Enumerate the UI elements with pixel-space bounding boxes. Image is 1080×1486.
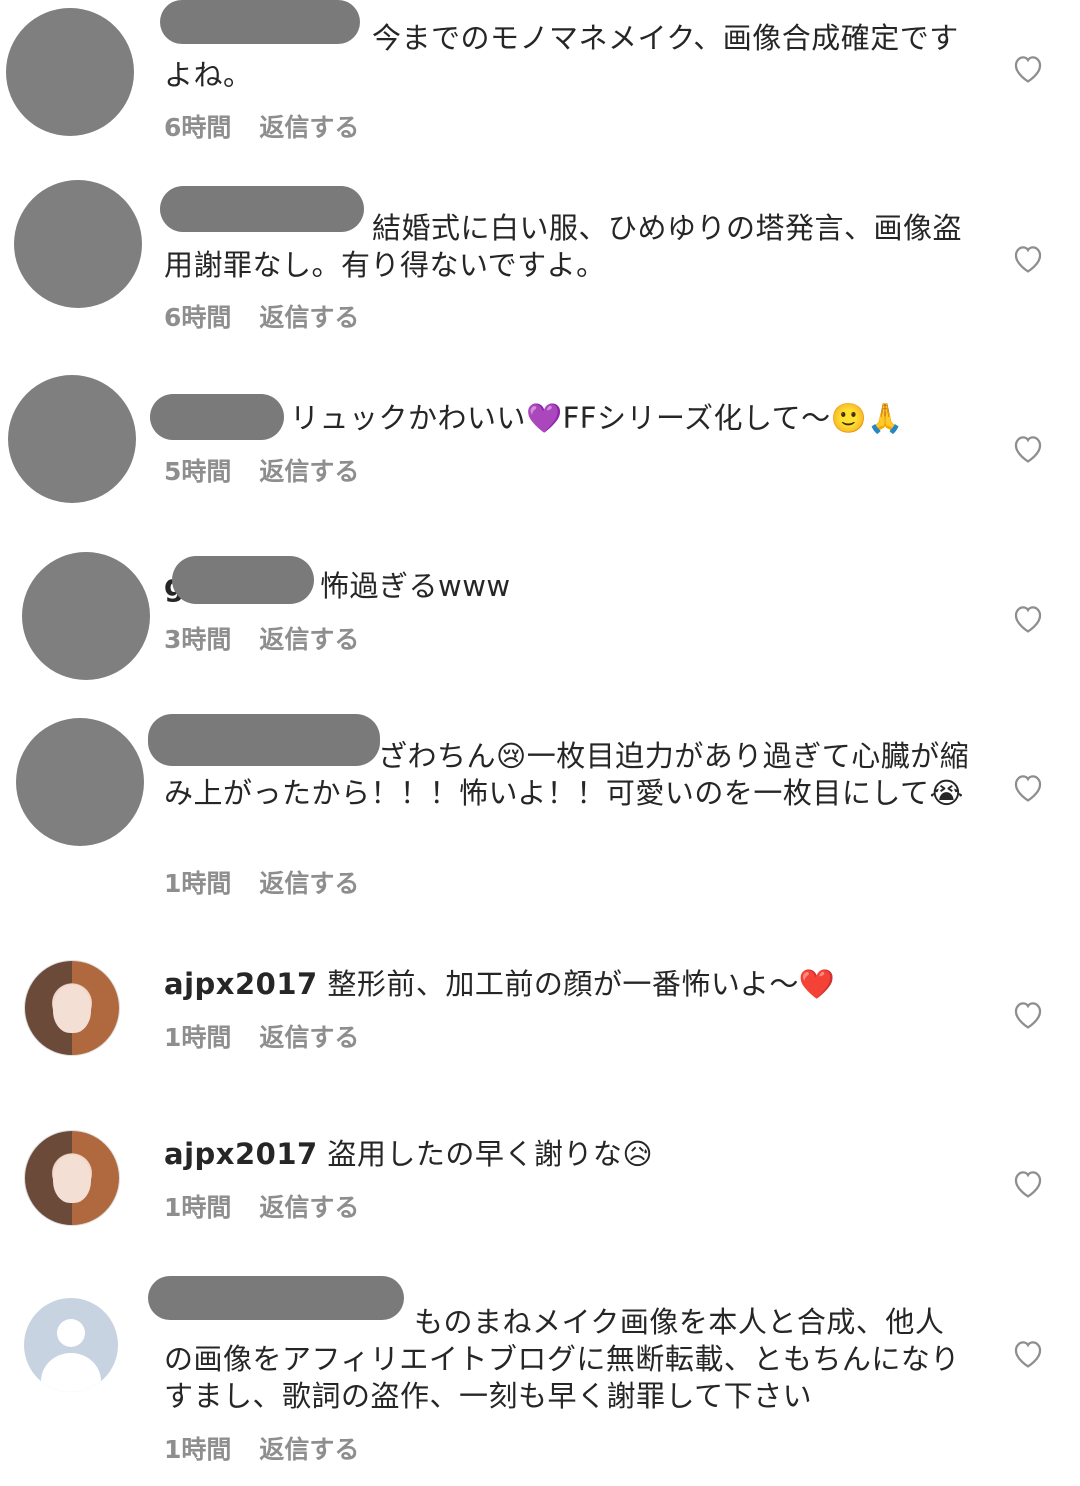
comment-meta: 5時間 返信する	[164, 452, 359, 488]
comment-text: ajpx2017 整形前、加工前の顔が一番怖いよ〜❤️	[164, 966, 970, 1003]
comment-meta: 3時間 返信する	[164, 620, 359, 656]
default-avatar-body	[40, 1352, 102, 1392]
avatar[interactable]	[22, 552, 150, 680]
timestamp: 1時間	[164, 869, 232, 898]
heart-outline-icon[interactable]	[1011, 52, 1045, 84]
reply-button[interactable]: 返信する	[259, 457, 359, 486]
reply-button[interactable]: 返信する	[259, 869, 359, 898]
comment-body: リュックかわいい💜FFシリーズ化して〜🙂🙏	[290, 401, 904, 435]
comment-text: リュックかわいい💜FFシリーズ化して〜🙂🙏	[164, 400, 970, 437]
comment-body: 今までのモノマネメイク、画像合成確定ですよね。	[164, 21, 959, 92]
reply-button[interactable]: 返信する	[259, 625, 359, 654]
reply-button[interactable]: 返信する	[259, 1435, 359, 1464]
timestamp: 1時間	[164, 1193, 232, 1222]
timestamp: 6時間	[164, 113, 232, 142]
avatar[interactable]	[24, 1130, 120, 1226]
heart-outline-icon[interactable]	[1011, 432, 1045, 464]
comment-meta: 6時間 返信する	[164, 108, 359, 144]
reply-button[interactable]: 返信する	[259, 303, 359, 332]
comment-text: 今までのモノマネメイク、画像合成確定ですよね。	[164, 20, 970, 94]
default-avatar-head	[56, 1318, 86, 1347]
comment-meta: 1時間 返信する	[164, 1430, 359, 1466]
comment-text: 怖過ぎるwww	[164, 568, 970, 605]
comment-username[interactable]: ajpx2017	[164, 1137, 318, 1171]
timestamp: 1時間	[164, 1435, 232, 1464]
avatar[interactable]	[16, 718, 144, 846]
comment-meta: 1時間 返信する	[164, 1018, 359, 1054]
comment-username[interactable]: ajpx2017	[164, 967, 318, 1001]
avatar-face	[53, 984, 91, 1034]
comment-body: 整形前、加工前の顔が一番怖いよ〜❤️	[327, 967, 836, 1001]
reply-button[interactable]: 返信する	[259, 113, 359, 142]
avatar[interactable]	[8, 375, 136, 503]
heart-outline-icon[interactable]	[1011, 602, 1045, 634]
comment-meta: 1時間 返信する	[164, 864, 359, 900]
comment-body: 怖過ぎるwww	[320, 569, 511, 603]
comment-body: 盗用したの早く謝りな😥	[327, 1137, 654, 1171]
avatar-face	[53, 1154, 91, 1204]
comment-body: 結婚式に白い服、ひめゆりの塔発言、画像盗用謝罪なし。有り得ないですよ。	[164, 211, 963, 282]
reply-button[interactable]: 返信する	[259, 1193, 359, 1222]
comment-meta: 1時間 返信する	[164, 1188, 359, 1224]
reply-button[interactable]: 返信する	[259, 1023, 359, 1052]
timestamp: 1時間	[164, 1023, 232, 1052]
comment-text: ざわちん😢一枚目迫力があり過ぎて心臓が縮み上がったから！！！怖いよ！！可愛いのを…	[164, 738, 970, 812]
heart-outline-icon[interactable]	[1011, 1167, 1045, 1199]
comment-text: ものまねメイク画像を本人と合成、他人の画像をアフィリエイトブログに無断転載、とも…	[164, 1304, 970, 1415]
timestamp: 6時間	[164, 303, 232, 332]
timestamp: 3時間	[164, 625, 232, 654]
avatar[interactable]	[6, 8, 134, 136]
comment-meta: 6時間 返信する	[164, 298, 359, 334]
heart-outline-icon[interactable]	[1011, 1337, 1045, 1369]
heart-outline-icon[interactable]	[1011, 242, 1045, 274]
comment-text: ajpx2017 盗用したの早く謝りな😥	[164, 1136, 970, 1173]
heart-outline-icon[interactable]	[1011, 771, 1045, 803]
comment-body: ざわちん😢一枚目迫力があり過ぎて心臓が縮み上がったから！！！怖いよ！！可愛いのを…	[164, 739, 970, 810]
comment-text: 結婚式に白い服、ひめゆりの塔発言、画像盗用謝罪なし。有り得ないですよ。	[164, 210, 970, 284]
avatar[interactable]	[24, 960, 120, 1056]
avatar[interactable]	[24, 1298, 118, 1392]
heart-outline-icon[interactable]	[1011, 998, 1045, 1030]
timestamp: 5時間	[164, 457, 232, 486]
avatar[interactable]	[14, 180, 142, 308]
comment-body: ものまねメイク画像を本人と合成、他人の画像をアフィリエイトブログに無断転載、とも…	[164, 1305, 960, 1413]
